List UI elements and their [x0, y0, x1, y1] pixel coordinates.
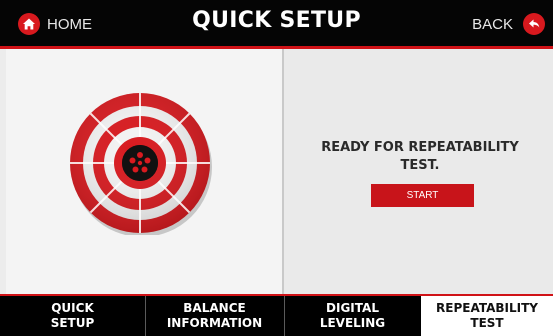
- illustration-panel: [6, 49, 282, 294]
- back-arrow-icon: [523, 13, 545, 35]
- start-button[interactable]: START: [371, 184, 474, 207]
- tab-label: BALANCE INFORMATION: [166, 301, 263, 330]
- target-platform-icon: [70, 93, 212, 235]
- tab-repeatability-test[interactable]: REPEATABILITY TEST: [421, 296, 553, 336]
- tab-balance-information[interactable]: BALANCE INFORMATION: [145, 296, 285, 336]
- tab-quick-setup[interactable]: QUICK SETUP: [0, 296, 146, 336]
- status-text: READY FOR REPEATABILITY TEST.: [321, 140, 519, 173]
- tab-label: DIGITAL LEVELING: [319, 301, 386, 330]
- tab-label: REPEATABILITY TEST: [436, 301, 538, 330]
- main-content: READY FOR REPEATABILITY TEST. START: [0, 49, 553, 294]
- back-label: BACK: [472, 15, 513, 33]
- tab-digital-leveling[interactable]: DIGITAL LEVELING: [284, 296, 421, 336]
- header-bar: HOME QUICK SETUP BACK: [0, 0, 553, 49]
- bottom-tab-bar: QUICK SETUP BALANCE INFORMATION DIGITAL …: [0, 294, 553, 336]
- page-title: QUICK SETUP: [192, 8, 361, 33]
- back-button[interactable]: BACK: [472, 11, 545, 37]
- status-panel: READY FOR REPEATABILITY TEST. START: [284, 49, 553, 294]
- tab-label: QUICK SETUP: [50, 301, 95, 330]
